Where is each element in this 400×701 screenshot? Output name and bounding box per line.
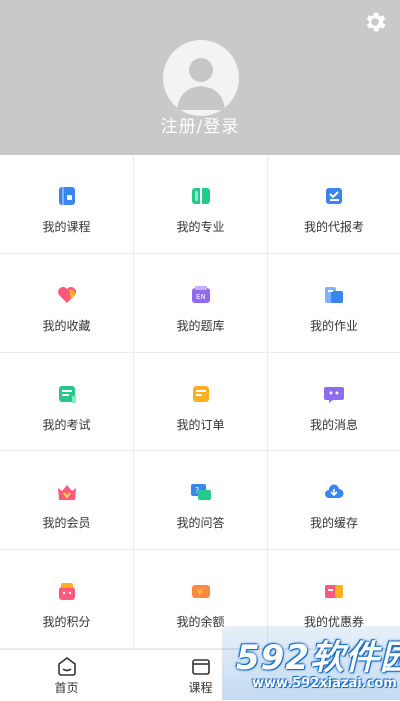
tab-home-label: 首页 <box>54 681 79 695</box>
menu-item-label: 我的缓存 <box>309 516 358 531</box>
menu-item-major[interactable]: 我的专业 <box>134 155 268 254</box>
menu-item-label: 我的余额 <box>176 615 225 630</box>
menu-item-label: 我的考试 <box>42 417 91 432</box>
tab-courses-label: 课程 <box>188 681 213 695</box>
menu-item-favorites[interactable]: 我的收藏 <box>0 253 134 353</box>
avatar[interactable] <box>163 40 239 116</box>
menu-item-qa[interactable]: ? 我的问答 <box>134 451 268 551</box>
exam-scroll-icon <box>58 385 76 403</box>
points-gift-icon <box>58 583 75 601</box>
menu-item-messages[interactable]: 我的消息 <box>268 353 400 452</box>
svg-text:EN: EN <box>196 293 206 301</box>
site-watermark: 592软件园 www.592xiazai.com <box>222 626 400 700</box>
menu-item-orders[interactable]: 我的订单 <box>134 352 268 452</box>
menu-item-label: 我的题库 <box>176 318 225 333</box>
svg-text:?: ? <box>195 486 199 495</box>
homework-icon <box>325 286 343 303</box>
vip-crown-icon <box>57 485 76 501</box>
menu-item-label: 我的问答 <box>176 516 225 531</box>
exam-registration-icon <box>326 188 342 204</box>
menu-grid: 我的课程 我的专业 我的代报考 我的收藏 EN 我的题库 我的作业 我的考试 我… <box>0 155 400 649</box>
order-icon <box>192 385 209 402</box>
message-icon <box>324 386 344 403</box>
watermark-url: www.592xiazai.com <box>252 676 397 691</box>
menu-item-membership[interactable]: 我的会员 <box>0 451 134 551</box>
menu-item-label: 我的会员 <box>42 516 91 531</box>
menu-item-label: 我的消息 <box>309 417 358 432</box>
menu-item-label: 我的收藏 <box>42 318 91 333</box>
default-user-icon <box>177 58 225 110</box>
course-tab-icon <box>191 659 210 675</box>
menu-item-homework[interactable]: 我的作业 <box>268 254 400 353</box>
major-book-icon <box>191 188 210 204</box>
menu-item-exams[interactable]: 我的考试 <box>0 352 134 452</box>
login-register-link[interactable]: 注册/登录 <box>0 112 400 137</box>
coupon-icon <box>325 585 343 599</box>
cloud-download-icon <box>325 484 344 499</box>
profile-header: 注册/登录 <box>0 0 400 155</box>
balance-icon: ¥ <box>191 585 210 599</box>
home-icon <box>57 657 76 676</box>
menu-item-label: 我的课程 <box>42 220 91 234</box>
settings-gear-icon[interactable] <box>362 9 388 35</box>
menu-item-label: 我的积分 <box>42 615 91 630</box>
svg-text:¥: ¥ <box>197 588 203 598</box>
question-bank-icon: EN <box>191 285 210 303</box>
menu-item-label: 我的作业 <box>309 318 358 333</box>
menu-item-exam-registration[interactable]: 我的代报考 <box>268 155 400 254</box>
tab-home[interactable]: 首页 <box>0 650 133 701</box>
menu-item-label: 我的代报考 <box>303 220 364 234</box>
menu-item-cache[interactable]: 我的缓存 <box>268 451 400 551</box>
menu-item-question-bank[interactable]: EN 我的题库 <box>134 253 268 353</box>
watermark-title: 592软件园 <box>236 638 400 678</box>
menu-item-label: 我的订单 <box>176 417 225 432</box>
heart-icon <box>57 286 76 303</box>
course-book-icon <box>58 187 75 205</box>
menu-item-label: 我的专业 <box>176 220 225 234</box>
qa-icon: ? <box>190 484 211 501</box>
menu-item-points[interactable]: 我的积分 <box>0 550 134 649</box>
menu-item-courses[interactable]: 我的课程 <box>0 155 134 254</box>
